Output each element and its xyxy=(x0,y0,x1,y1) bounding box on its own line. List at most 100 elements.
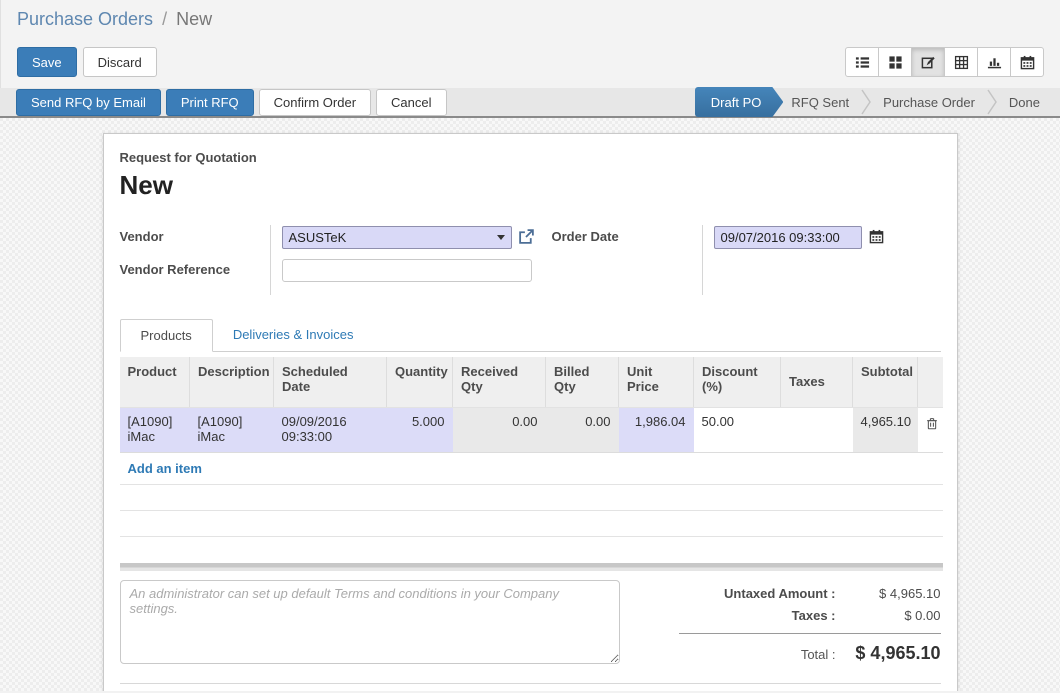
notebook-tabs: Products Deliveries & Invoices xyxy=(120,319,941,352)
order-lines-table: Product Description Scheduled Date Quant… xyxy=(120,357,943,453)
field-area: Vendor Vendor Reference ASUSTeK xyxy=(120,225,941,295)
cell-unit-price[interactable]: 1,986.04 xyxy=(619,407,694,452)
page-title: New xyxy=(120,170,941,201)
top-header: Purchase Orders / New Save Discard xyxy=(0,0,1060,88)
fields-column-right xyxy=(702,225,884,295)
discard-button[interactable]: Discard xyxy=(83,47,157,77)
kanban-icon xyxy=(888,55,903,70)
confirm-order-button[interactable]: Confirm Order xyxy=(259,89,371,116)
vendor-select-value: ASUSTeK xyxy=(289,230,493,245)
cancel-button[interactable]: Cancel xyxy=(376,89,446,116)
cell-scheduled-date[interactable]: 09/09/2016 09:33:00 xyxy=(274,407,387,452)
tab-deliveries-invoices[interactable]: Deliveries & Invoices xyxy=(213,319,374,351)
form-edit-icon xyxy=(921,55,936,70)
col-unit-price[interactable]: Unit Price xyxy=(619,357,694,407)
table-footer-bar xyxy=(120,563,943,571)
terms-conditions-textarea[interactable] xyxy=(120,580,620,664)
status-step-purchase-order[interactable]: Purchase Order xyxy=(877,87,981,117)
col-quantity[interactable]: Quantity xyxy=(387,357,453,407)
untaxed-amount-value: $ 4,965.10 xyxy=(836,586,941,601)
document-type-label: Request for Quotation xyxy=(120,150,941,165)
order-date-input[interactable] xyxy=(714,226,862,249)
totals-divider xyxy=(679,633,941,634)
trash-icon xyxy=(926,418,938,433)
breadcrumb-separator: / xyxy=(158,9,171,29)
labels-column: Vendor Vendor Reference xyxy=(120,225,270,295)
vendor-reference-label: Vendor Reference xyxy=(120,262,270,295)
cell-received-qty: 0.00 xyxy=(453,407,546,452)
fields-column: ASUSTeK xyxy=(270,225,535,295)
graph-icon xyxy=(987,55,1002,70)
chevron-right-icon xyxy=(986,89,998,115)
col-description[interactable]: Description xyxy=(190,357,274,407)
totals-block: Untaxed Amount : $ 4,965.10 Taxes : $ 0.… xyxy=(679,580,941,671)
col-scheduled-date[interactable]: Scheduled Date xyxy=(274,357,387,407)
calendar-icon xyxy=(1020,55,1035,70)
status-step-draft-po[interactable]: Draft PO xyxy=(695,87,784,117)
empty-line xyxy=(120,511,943,537)
total-value: $ 4,965.10 xyxy=(836,643,941,664)
vendor-reference-input[interactable] xyxy=(282,259,532,282)
status-step-done[interactable]: Done xyxy=(1003,87,1046,117)
chevron-down-icon xyxy=(497,235,505,240)
labels-column-right: Order Date xyxy=(552,225,702,295)
cell-discount[interactable]: 50.00 xyxy=(694,407,781,452)
order-date-label: Order Date xyxy=(552,229,702,262)
col-received-qty[interactable]: Received Qty xyxy=(453,357,546,407)
table-header-row: Product Description Scheduled Date Quant… xyxy=(120,357,943,407)
workflow-actions: Send RFQ by Email Print RFQ Confirm Orde… xyxy=(0,89,447,116)
send-rfq-by-email-button[interactable]: Send RFQ by Email xyxy=(16,89,161,116)
view-switch-calendar-button[interactable] xyxy=(1010,47,1044,77)
col-subtotal[interactable]: Subtotal xyxy=(853,357,918,407)
breadcrumb-current: New xyxy=(176,9,212,29)
taxes-value: $ 0.00 xyxy=(836,608,941,623)
breadcrumb: Purchase Orders / New xyxy=(1,0,1060,30)
sheet-bottom-space xyxy=(120,684,941,692)
status-strip: Send RFQ by Email Print RFQ Confirm Orde… xyxy=(0,88,1060,118)
empty-line xyxy=(120,537,943,563)
col-discount[interactable]: Discount (%) xyxy=(694,357,781,407)
calendar-picker-icon[interactable] xyxy=(869,229,884,247)
view-switch-graph-button[interactable] xyxy=(977,47,1011,77)
empty-line xyxy=(120,485,943,511)
tab-products[interactable]: Products xyxy=(120,319,213,352)
total-label: Total : xyxy=(679,647,836,662)
vendor-label: Vendor xyxy=(120,229,270,262)
view-switch-kanban-button[interactable] xyxy=(878,47,912,77)
cell-description[interactable]: [A1090] iMac xyxy=(190,407,274,452)
col-taxes[interactable]: Taxes xyxy=(781,357,853,407)
cell-subtotal: 4,965.10 xyxy=(853,407,918,452)
chevron-right-icon xyxy=(860,89,872,115)
col-billed-qty[interactable]: Billed Qty xyxy=(546,357,619,407)
taxes-label: Taxes : xyxy=(679,608,836,623)
bottom-area: Untaxed Amount : $ 4,965.10 Taxes : $ 0.… xyxy=(120,580,941,671)
add-item-row: Add an item xyxy=(120,453,943,485)
view-switcher xyxy=(845,47,1044,77)
print-rfq-button[interactable]: Print RFQ xyxy=(166,89,254,116)
pivot-icon xyxy=(954,55,969,70)
untaxed-amount-label: Untaxed Amount : xyxy=(679,586,836,601)
cell-quantity[interactable]: 5.000 xyxy=(387,407,453,452)
view-switch-pivot-button[interactable] xyxy=(944,47,978,77)
cell-product[interactable]: [A1090] iMac xyxy=(120,407,190,452)
field-group-right: Order Date xyxy=(552,225,884,295)
main-content-background: Request for Quotation New Vendor Vendor … xyxy=(0,118,1060,691)
statusbar: Draft PO RFQ Sent Purchase Order Done xyxy=(695,87,1060,117)
cell-taxes[interactable] xyxy=(781,407,853,452)
col-actions xyxy=(918,357,943,407)
breadcrumb-parent-link[interactable]: Purchase Orders xyxy=(17,9,153,29)
vendor-select[interactable]: ASUSTeK xyxy=(282,226,512,249)
form-sheet: Request for Quotation New Vendor Vendor … xyxy=(103,133,958,691)
table-row: [A1090] iMac [A1090] iMac 09/09/2016 09:… xyxy=(120,407,943,452)
field-group-left: Vendor Vendor Reference ASUSTeK xyxy=(120,225,552,295)
add-an-item-link[interactable]: Add an item xyxy=(128,461,202,476)
delete-row-button[interactable] xyxy=(918,407,943,452)
view-switch-list-button[interactable] xyxy=(845,47,879,77)
list-icon xyxy=(855,55,870,70)
cell-billed-qty: 0.00 xyxy=(546,407,619,452)
view-switch-form-button[interactable] xyxy=(911,47,945,77)
external-link-icon[interactable] xyxy=(518,228,535,248)
save-button[interactable]: Save xyxy=(17,47,77,77)
status-step-rfq-sent[interactable]: RFQ Sent xyxy=(785,87,855,117)
col-product[interactable]: Product xyxy=(120,357,190,407)
